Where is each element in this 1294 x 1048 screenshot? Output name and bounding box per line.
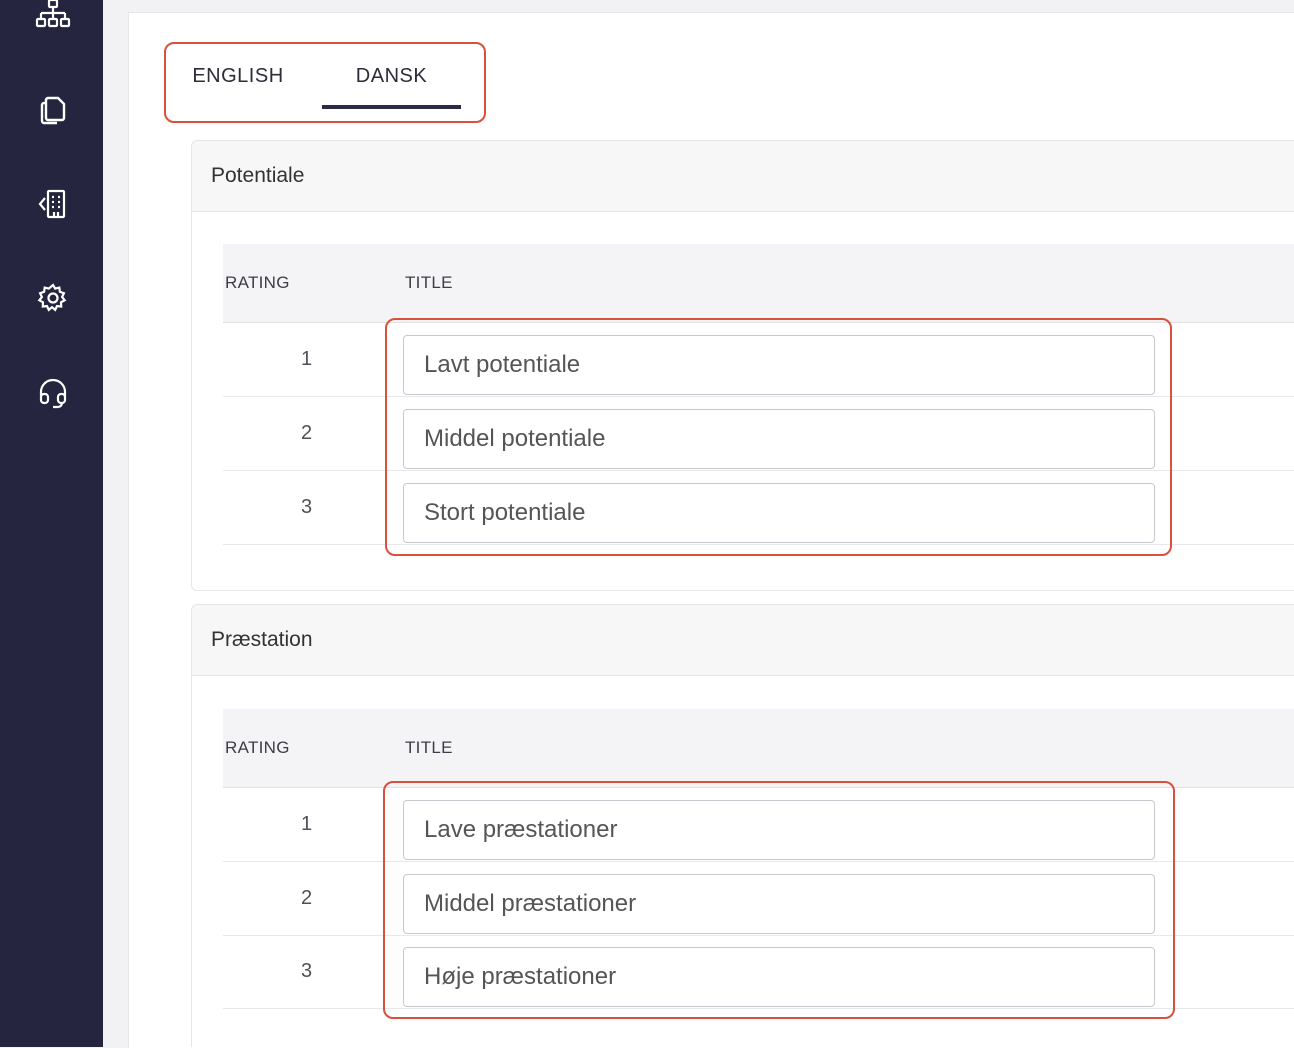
rating-value: 2 <box>301 422 313 444</box>
rating-value: 1 <box>301 813 313 835</box>
inputs-highlight-box <box>385 318 1172 556</box>
inputs-highlight-box <box>383 781 1175 1019</box>
rating-value: 1 <box>301 348 313 370</box>
table-header: RATING TITLE <box>223 244 1294 323</box>
rating-column-header: RATING <box>225 273 290 292</box>
documents-icon[interactable] <box>33 89 73 129</box>
building-icon[interactable] <box>33 184 73 224</box>
rating-column-header: RATING <box>225 738 290 757</box>
tab-english[interactable]: ENGLISH <box>192 60 284 92</box>
tab-dansk[interactable]: DANSK <box>322 60 461 109</box>
table-header: RATING TITLE <box>223 709 1294 788</box>
section-title: Præstation <box>192 605 1294 676</box>
rating-value: 2 <box>301 887 313 909</box>
rating-value: 3 <box>301 496 313 518</box>
title-column-header: TITLE <box>405 273 453 292</box>
gear-icon[interactable] <box>33 278 73 318</box>
headset-icon[interactable] <box>33 373 73 413</box>
org-chart-icon[interactable] <box>33 0 73 36</box>
section-title: Potentiale <box>192 141 1294 212</box>
sidebar <box>0 0 103 1047</box>
title-column-header: TITLE <box>405 738 453 757</box>
rating-value: 3 <box>301 960 313 982</box>
